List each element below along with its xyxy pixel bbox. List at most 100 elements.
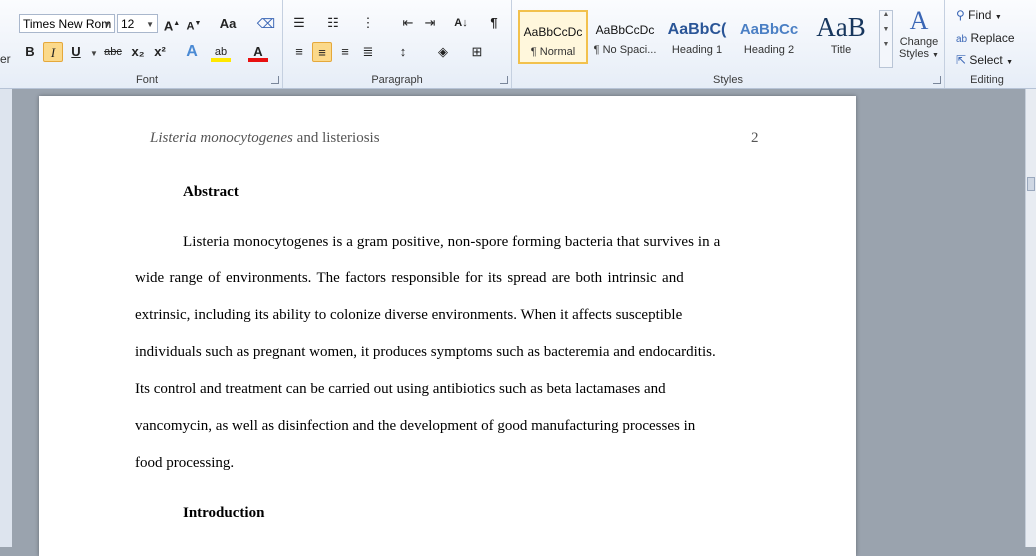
chevron-down-icon: ▼ bbox=[994, 14, 1002, 21]
style-sample: AaBbCcDc bbox=[523, 25, 583, 39]
font-size-value: 12 bbox=[121, 17, 135, 31]
body-line: Listeria monocytogenes is a gram positiv… bbox=[183, 234, 721, 250]
page-header: Listeria monocytogenes and listeriosis bbox=[150, 130, 380, 147]
change-styles-label-1: Change bbox=[899, 36, 939, 48]
header-rest: and listeriosis bbox=[292, 130, 380, 146]
pilcrow-label: ¶ bbox=[490, 15, 498, 30]
binoculars-icon: ⚲ bbox=[956, 8, 965, 22]
font-color-label: A bbox=[253, 44, 263, 59]
show-formatting-button[interactable]: ¶ bbox=[484, 13, 504, 33]
scroll-thumb[interactable] bbox=[1027, 177, 1035, 191]
styles-group-label: Styles bbox=[713, 74, 743, 86]
left-cut-label: er bbox=[0, 52, 11, 66]
styles-group: AaBbCcDc ¶ Normal AaBbCcDc ¶ No Spaci...… bbox=[512, 0, 945, 88]
strikethrough-button[interactable]: abc bbox=[100, 42, 126, 62]
select-button[interactable]: ⇱ Select ▼ bbox=[956, 53, 1013, 67]
chevron-down-icon: ▼ bbox=[1006, 59, 1014, 66]
ribbon: er Times New Rom ▼ 12 ▼ A▲ A▼ Aa ⌫ B I U… bbox=[0, 0, 1036, 89]
bold-button[interactable]: B bbox=[20, 42, 40, 62]
shrink-font-button[interactable]: A▼ bbox=[184, 14, 204, 34]
decrease-indent-icon[interactable]: ⇤ bbox=[398, 13, 418, 33]
multilevel-list-icon[interactable]: ⋮ bbox=[358, 13, 378, 33]
bold-label: B bbox=[25, 44, 35, 59]
replace-label: Replace bbox=[970, 31, 1015, 45]
line-spacing-icon[interactable]: ↕ bbox=[393, 42, 413, 62]
strike-label: abc bbox=[104, 46, 122, 58]
body-line: vancomycin, as well as disinfection and … bbox=[135, 418, 696, 434]
style-sample: AaBbC( bbox=[667, 21, 727, 38]
change-case-button[interactable]: Aa bbox=[215, 14, 241, 34]
replace-icon: ab bbox=[956, 34, 968, 45]
font-color-button[interactable]: A bbox=[248, 42, 268, 62]
chevron-down-icon[interactable]: ▼ bbox=[103, 15, 111, 32]
shading-icon[interactable]: ◈ bbox=[433, 42, 453, 62]
style-name: ¶ Normal bbox=[530, 46, 576, 58]
style-sample: AaB bbox=[816, 12, 866, 42]
highlight-icon[interactable]: ab bbox=[211, 42, 231, 62]
subscript-button[interactable]: x₂ bbox=[128, 42, 148, 62]
page-number: 2 bbox=[751, 130, 759, 146]
change-styles-icon: A bbox=[909, 6, 929, 35]
styles-gallery-scroll[interactable]: ▲ ▼ ▼ bbox=[879, 10, 893, 68]
italic-label: I bbox=[50, 45, 56, 60]
dialog-launcher-icon[interactable] bbox=[500, 76, 508, 84]
body-line: wide range of environments. The factors … bbox=[135, 270, 684, 286]
superscript-label: x² bbox=[154, 44, 166, 59]
paragraph-group: ☰ ☷ ⋮ ⇤ ⇥ A↓ ¶ ≡ ≡ ≡ ≣ ↕ ◈ ⊞ Paragraph bbox=[283, 0, 512, 88]
scroll-down-icon[interactable]: ▼ bbox=[880, 26, 892, 33]
more-styles-icon[interactable]: ▼ bbox=[880, 41, 892, 48]
change-case-label: Aa bbox=[219, 16, 237, 31]
body-line: individuals such as pregnant women, it p… bbox=[135, 344, 716, 360]
style-title[interactable]: AaB Title bbox=[806, 10, 876, 64]
italic-button[interactable]: I bbox=[43, 42, 63, 62]
change-styles-label-2-wrap: Styles ▼ bbox=[896, 48, 942, 60]
borders-icon[interactable]: ⊞ bbox=[467, 42, 487, 62]
style-name: Heading 2 bbox=[743, 44, 795, 56]
vertical-ruler bbox=[0, 89, 12, 547]
align-left-icon[interactable]: ≡ bbox=[289, 42, 309, 62]
style-heading-1[interactable]: AaBbC( Heading 1 bbox=[662, 10, 732, 64]
style-normal[interactable]: AaBbCcDc ¶ Normal bbox=[518, 10, 588, 64]
document-page[interactable]: Listeria monocytogenes and listeriosis 2… bbox=[39, 96, 856, 556]
chevron-down-icon: ▼ bbox=[932, 52, 939, 59]
scroll-up-icon[interactable]: ▲ bbox=[880, 11, 892, 18]
introduction-heading: Introduction bbox=[183, 505, 265, 521]
abstract-heading: Abstract bbox=[183, 184, 239, 200]
replace-button[interactable]: ab Replace bbox=[956, 31, 1015, 45]
change-styles-label-2: Styles bbox=[899, 48, 929, 60]
sort-icon[interactable]: A↓ bbox=[451, 13, 471, 33]
editing-group-label: Editing bbox=[970, 74, 1004, 86]
underline-label: U bbox=[71, 44, 81, 59]
justify-icon[interactable]: ≣ bbox=[358, 42, 378, 62]
style-heading-2[interactable]: AaBbCc Heading 2 bbox=[734, 10, 804, 64]
subscript-label: x₂ bbox=[131, 44, 145, 59]
paragraph-group-label: Paragraph bbox=[371, 74, 423, 86]
vertical-scrollbar[interactable] bbox=[1025, 89, 1036, 547]
style-name: Heading 1 bbox=[671, 44, 723, 56]
style-sample: AaBbCc bbox=[739, 21, 799, 38]
style-name: ¶ No Spaci... bbox=[593, 44, 657, 56]
grow-font-button[interactable]: A▲ bbox=[162, 14, 182, 34]
chevron-down-icon[interactable]: ▼ bbox=[146, 15, 154, 34]
dialog-launcher-icon[interactable] bbox=[933, 76, 941, 84]
numbering-icon[interactable]: ☷ bbox=[323, 13, 343, 33]
body-line: Its control and treatment can be carried… bbox=[135, 381, 666, 397]
bullets-icon[interactable]: ☰ bbox=[289, 13, 309, 33]
select-label: Select bbox=[969, 53, 1003, 67]
clear-formatting-icon[interactable]: ⌫ bbox=[256, 14, 276, 34]
body-line: extrinsic, including its ability to colo… bbox=[135, 307, 683, 323]
align-right-icon[interactable]: ≡ bbox=[335, 42, 355, 62]
align-center-icon[interactable]: ≡ bbox=[312, 42, 332, 62]
style-no-spacing[interactable]: AaBbCcDc ¶ No Spaci... bbox=[590, 10, 660, 64]
text-effects-icon[interactable]: A bbox=[182, 42, 202, 62]
dialog-launcher-icon[interactable] bbox=[271, 76, 279, 84]
change-styles-button[interactable]: A Change Styles ▼ bbox=[896, 6, 942, 60]
increase-indent-icon[interactable]: ⇥ bbox=[420, 13, 440, 33]
find-button[interactable]: ⚲ Find ▼ bbox=[956, 8, 1002, 22]
underline-button[interactable]: U bbox=[66, 42, 86, 62]
font-size-combo[interactable]: 12 ▼ bbox=[117, 14, 158, 33]
font-name-combo[interactable]: Times New Rom ▼ bbox=[19, 14, 115, 33]
style-name: Title bbox=[830, 44, 852, 56]
superscript-button[interactable]: x² bbox=[150, 42, 170, 62]
chevron-down-icon[interactable]: ▼ bbox=[90, 49, 98, 58]
